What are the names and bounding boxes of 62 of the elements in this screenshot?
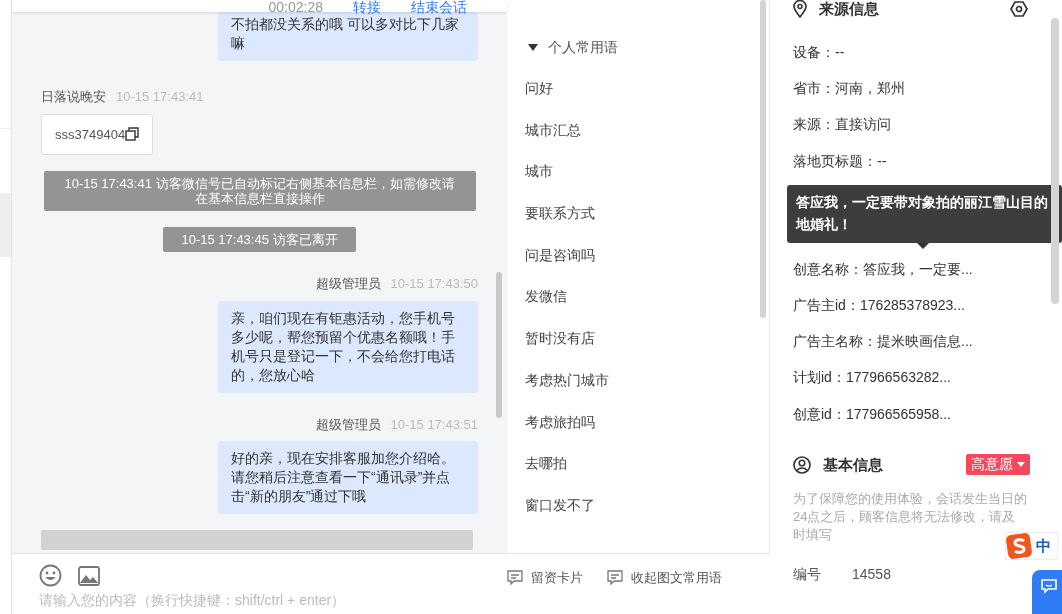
phrase-item[interactable]: 要联系方式 bbox=[525, 203, 595, 224]
phrase-item[interactable]: 去哪拍 bbox=[525, 453, 567, 474]
field-value: 14558 bbox=[852, 565, 891, 585]
info-field: 创意id：177966565958... bbox=[793, 405, 951, 422]
info-field: 广告主id：176285378923... bbox=[793, 296, 965, 313]
phrase-item[interactable]: 城市 bbox=[525, 161, 553, 182]
phrase-item[interactable]: 问好 bbox=[525, 78, 553, 98]
info-field: 创意名称：答应我，一定要... bbox=[793, 260, 973, 277]
message-icon bbox=[1040, 578, 1058, 594]
field-label: 编号 bbox=[793, 565, 822, 585]
chat-float-button[interactable] bbox=[1032, 570, 1062, 614]
sender-name: 超级管理员 bbox=[315, 275, 381, 293]
user-icon bbox=[793, 455, 811, 474]
message-time: 10-15 17:43:50 bbox=[390, 275, 478, 293]
wechat-id: sss3749404 bbox=[55, 125, 126, 144]
phrase-item[interactable]: 窗口发不了 bbox=[525, 494, 595, 515]
phrase-item[interactable]: 城市汇总 bbox=[525, 119, 581, 140]
image-icon[interactable] bbox=[78, 565, 100, 586]
info-field: 广告主名称：提米映画信息... bbox=[793, 333, 973, 350]
sender-name: 超级管理员 bbox=[315, 415, 381, 434]
phrase-item[interactable]: 问是咨询吗 bbox=[525, 244, 595, 265]
info-field: 省市：河南，郑州 bbox=[793, 80, 905, 97]
scrollbar[interactable] bbox=[496, 272, 502, 418]
section-title: 来源信息 bbox=[819, 0, 879, 19]
settings-icon[interactable] bbox=[1010, 0, 1028, 18]
toolbar-button[interactable]: 收起图文常用语 bbox=[607, 568, 722, 588]
phrase-item[interactable]: 暂时没有店 bbox=[525, 328, 595, 349]
message-bubble: 好的亲，现在安排客服加您介绍哈。请您稍后注意查看一下“通讯录”并点击“新的朋友”通过下哦 bbox=[218, 441, 478, 514]
tooltip: 答应我，一定要带对象拍的丽江雪山目的地婚礼！ bbox=[787, 184, 1062, 243]
message-icon bbox=[507, 570, 523, 586]
phrase-group-toggle[interactable]: 个人常用语 bbox=[528, 37, 751, 58]
location-pin-icon bbox=[793, 0, 807, 18]
scrollbar[interactable] bbox=[1051, 18, 1059, 304]
ime-logo-icon[interactable] bbox=[1006, 533, 1032, 559]
header-link[interactable]: 转接 bbox=[353, 0, 381, 14]
intent-tag[interactable]: 高意愿 bbox=[966, 454, 1030, 476]
message-time: 10-15 17:43:51 bbox=[390, 415, 478, 434]
notice-text: 为了保障您的使用体验，会话发生当日的24点之后，顾客信息将无法修改，请及时填写 bbox=[793, 490, 1028, 545]
emoji-icon[interactable] bbox=[39, 564, 62, 587]
system-message: 10-15 17:43:45 访客已离开 bbox=[163, 227, 356, 252]
caret-down-icon bbox=[1017, 462, 1025, 468]
message-input[interactable]: 请输入您的内容（换行快捷键：shift/ctrl + enter） bbox=[39, 592, 479, 608]
phrase-item[interactable]: 考虑旅拍吗 bbox=[525, 411, 595, 432]
message-icon bbox=[607, 570, 623, 586]
message-time: 10-15 17:43:41 bbox=[116, 88, 204, 106]
toolbar-button[interactable]: 留资卡片 bbox=[507, 568, 583, 588]
section-title: 基本信息 bbox=[823, 454, 883, 475]
info-field: 设备：-- bbox=[793, 44, 845, 60]
info-field: 计划id：177966563282... bbox=[793, 369, 951, 386]
message-bubble: 亲，咱们现在有钜惠活动，您手机号多少呢，帮您预留个优惠名额哦！手机号只是登记一下，不会给您打电话的，您放心哈 bbox=[218, 300, 478, 393]
info-field: 来源：直接访问 bbox=[793, 116, 891, 133]
sender-name: 日落说晚安 bbox=[41, 88, 106, 106]
copy-icon[interactable] bbox=[125, 127, 140, 142]
scrollbar[interactable] bbox=[760, 0, 766, 318]
session-timer: 00:02:28 bbox=[268, 0, 323, 14]
system-message: 10-15 17:43:41 访客微信号已自动标记右侧基本信息栏，如需修改请在基本信息栏直接操作 bbox=[43, 171, 476, 211]
phrase-item[interactable]: 考虑热门城市 bbox=[525, 369, 609, 390]
caret-down-icon bbox=[528, 43, 538, 52]
phrase-item[interactable]: 发微信 bbox=[525, 286, 567, 307]
info-field: 落地页标题：-- bbox=[793, 152, 887, 169]
tooltip-arrow-icon bbox=[917, 242, 929, 249]
header-link[interactable]: 结束会话 bbox=[411, 0, 467, 14]
